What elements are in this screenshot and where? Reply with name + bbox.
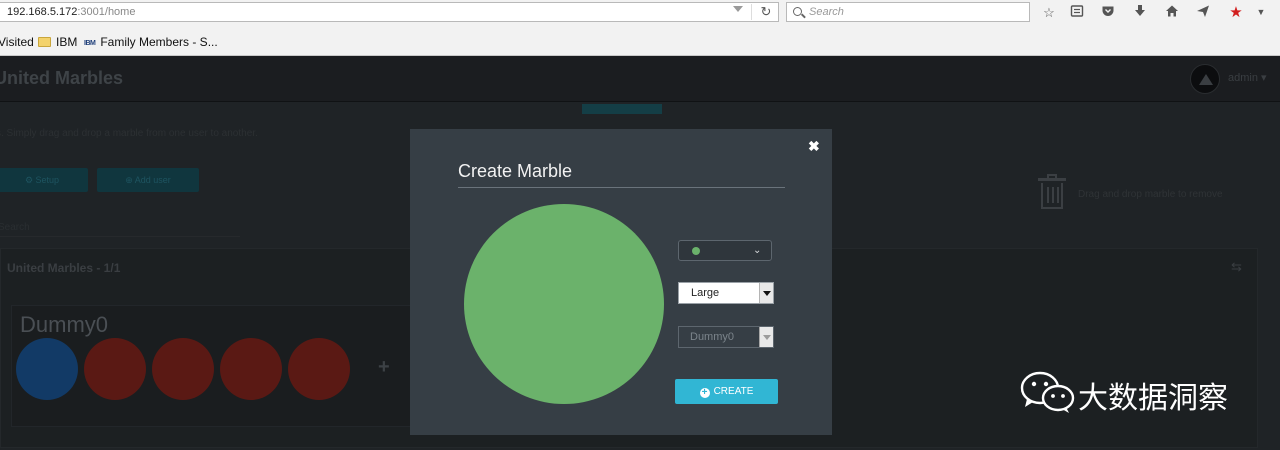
pocket-icon[interactable]	[1099, 4, 1117, 22]
add-user-label: Add user	[134, 175, 171, 185]
user-card: Dummy0 +	[11, 305, 431, 427]
owner-value: Dummy0	[690, 331, 735, 343]
create-button[interactable]: + CREATE	[675, 379, 778, 404]
wechat-logo-icon	[1020, 371, 1075, 413]
marble-preview	[464, 204, 664, 404]
menu-dropdown-icon[interactable]: ▼	[1252, 4, 1270, 22]
header-tab[interactable]	[582, 104, 662, 114]
watermark-text: 大数据洞察	[1078, 381, 1228, 416]
reload-icon[interactable]: ↻	[755, 2, 777, 22]
size-value: Large	[691, 287, 720, 299]
swap-icon[interactable]: ⇆	[1231, 259, 1242, 275]
bookmark-family-label: Family Members - S...	[100, 35, 218, 49]
bookmark-family-members[interactable]: IBM Family Members - S...	[84, 30, 218, 56]
bookmark-ibm[interactable]: IBM	[38, 30, 77, 54]
url-separator	[751, 4, 752, 20]
url-history-dropdown-icon[interactable]	[733, 6, 743, 12]
owner-select[interactable]: Dummy0	[678, 326, 774, 348]
app-header: United Marbles admin ▾	[0, 56, 1280, 102]
user-menu[interactable]: admin ▾	[1228, 71, 1267, 84]
search-icon	[793, 7, 802, 16]
bookmark-visited[interactable]: Visited	[0, 30, 34, 54]
trash-hint: Drag and drop marble to remove	[1078, 189, 1223, 200]
user-name: admin	[1228, 72, 1258, 84]
color-select[interactable]: ⌄	[678, 240, 772, 261]
bookmarks-bar: Visited IBM IBM Family Members - S...	[0, 30, 1280, 54]
chevron-down-icon: ⌄	[753, 245, 762, 256]
close-icon[interactable]: ✖	[808, 139, 820, 153]
modal-divider	[458, 187, 785, 188]
search-label: Search	[0, 222, 30, 233]
search-placeholder: Search	[809, 6, 844, 18]
download-icon[interactable]	[1131, 4, 1149, 22]
send-icon[interactable]	[1194, 4, 1212, 22]
setup-label: Setup	[35, 175, 60, 185]
search-input[interactable]	[0, 236, 240, 237]
browser-chrome: 192.168.5.172:3001/home ↻ Search ☆ ★ ▼ V…	[0, 0, 1280, 56]
setup-button[interactable]: ⚙ Setup	[0, 168, 88, 192]
app-title: United Marbles	[0, 68, 124, 88]
url-path: :3001/home	[77, 6, 136, 18]
add-marble-icon[interactable]: +	[378, 356, 390, 379]
add-user-button[interactable]: ⊕ Add user	[97, 168, 199, 192]
app-instructions: s. Simply drag and drop a marble from on…	[0, 128, 258, 139]
extension-star-icon[interactable]: ★	[1227, 4, 1245, 22]
reading-list-icon[interactable]	[1068, 4, 1086, 22]
ibm-logo-icon: IBM	[84, 40, 96, 47]
color-swatch	[692, 247, 700, 255]
browser-search-input[interactable]: Search	[786, 2, 1030, 22]
marble[interactable]	[288, 338, 350, 400]
home-icon[interactable]	[1163, 4, 1181, 22]
url-host: 192.168.5.172	[7, 6, 78, 18]
dropdown-arrow-icon	[759, 327, 773, 347]
trash-icon[interactable]	[1038, 174, 1066, 210]
create-marble-modal: ✖ Create Marble ⌄ Large Dummy0 + CREATE	[410, 129, 832, 435]
marble[interactable]	[16, 338, 78, 400]
bookmark-star-icon[interactable]: ☆	[1040, 4, 1058, 22]
watermark: 大数据洞察	[1018, 366, 1258, 416]
bookmark-ibm-label: IBM	[56, 35, 78, 49]
size-select[interactable]: Large	[678, 282, 774, 304]
marble[interactable]	[152, 338, 214, 400]
url-bar[interactable]: 192.168.5.172:3001/home	[0, 2, 779, 22]
plus-circle-icon: +	[699, 388, 710, 398]
avatar[interactable]	[1190, 64, 1220, 94]
marble[interactable]	[84, 338, 146, 400]
modal-title: Create Marble	[458, 161, 573, 181]
folder-icon	[38, 37, 51, 47]
create-label: CREATE	[713, 386, 754, 397]
panel-title: United Marbles - 1/1	[7, 261, 121, 275]
marble[interactable]	[220, 338, 282, 400]
card-owner-name: Dummy0	[20, 312, 109, 337]
dropdown-arrow-icon	[759, 283, 773, 303]
